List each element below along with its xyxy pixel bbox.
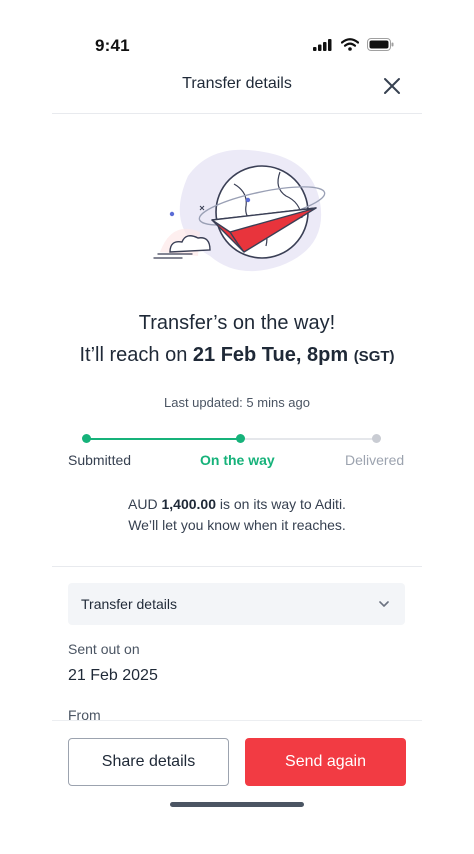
chevron-down-icon: [379, 601, 389, 607]
battery-icon: [367, 38, 394, 51]
send-again-button[interactable]: Send again: [245, 738, 406, 786]
header-divider: [52, 113, 422, 114]
step-dot-delivered: [372, 434, 381, 443]
wifi-icon: [341, 38, 359, 51]
transfer-details-accordion[interactable]: Transfer details: [68, 583, 405, 625]
sent-out-value: 21 Feb 2025: [68, 667, 158, 684]
section-divider: [52, 566, 422, 567]
paper-plane-globe-illustration: [153, 149, 326, 272]
arrival-timezone: (SGT): [353, 348, 395, 365]
transfer-status-headline: Transfer’s on the way!: [138, 312, 336, 334]
header: Transfer details: [52, 66, 422, 106]
arrival-prefix: It’ll reach on: [79, 344, 188, 366]
share-details-button[interactable]: Share details: [68, 738, 229, 786]
step-dot-on-the-way: [236, 434, 245, 443]
step-dot-submitted: [82, 434, 91, 443]
bottom-action-bar: Share details Send again: [52, 720, 422, 854]
status-time: 9:41: [95, 36, 130, 55]
close-icon[interactable]: [380, 74, 404, 98]
progress-track-completed: [86, 438, 240, 440]
last-updated-text: Last updated: 5 mins ago: [164, 395, 310, 410]
status-icons: [313, 38, 394, 51]
sent-out-label: Sent out on: [68, 641, 140, 657]
accordion-title: Transfer details: [81, 596, 177, 612]
step-label-on-the-way: On the way: [200, 452, 275, 468]
transfer-amount: 1,400.00: [161, 496, 217, 512]
message-line-2: We’ll let you know when it reaches.: [128, 517, 346, 533]
transfer-message: AUD 1,400.00 is on its way to Aditi. We’…: [52, 494, 422, 536]
home-indicator: [170, 802, 304, 807]
page-title: Transfer details: [182, 75, 292, 92]
transfer-details-screen: 9:41 Transfer details Transfer’s on the …: [52, 0, 422, 854]
message-recipient-text: is on its way to Aditi.: [219, 496, 346, 512]
step-label-submitted: Submitted: [68, 452, 132, 468]
arrival-datetime: 21 Feb Tue, 8pm: [192, 344, 349, 366]
estimated-arrival: It’ll reach on 21 Feb Tue, 8pm (SGT): [52, 344, 422, 367]
transfer-progress-tracker: [82, 433, 381, 445]
progress-track-remaining: [240, 438, 376, 440]
currency-code: AUD: [128, 496, 158, 512]
step-label-delivered: Delivered: [345, 452, 405, 468]
signal-icon: [313, 38, 332, 51]
message-line-1: AUD 1,400.00 is on its way to Aditi.: [52, 494, 422, 515]
